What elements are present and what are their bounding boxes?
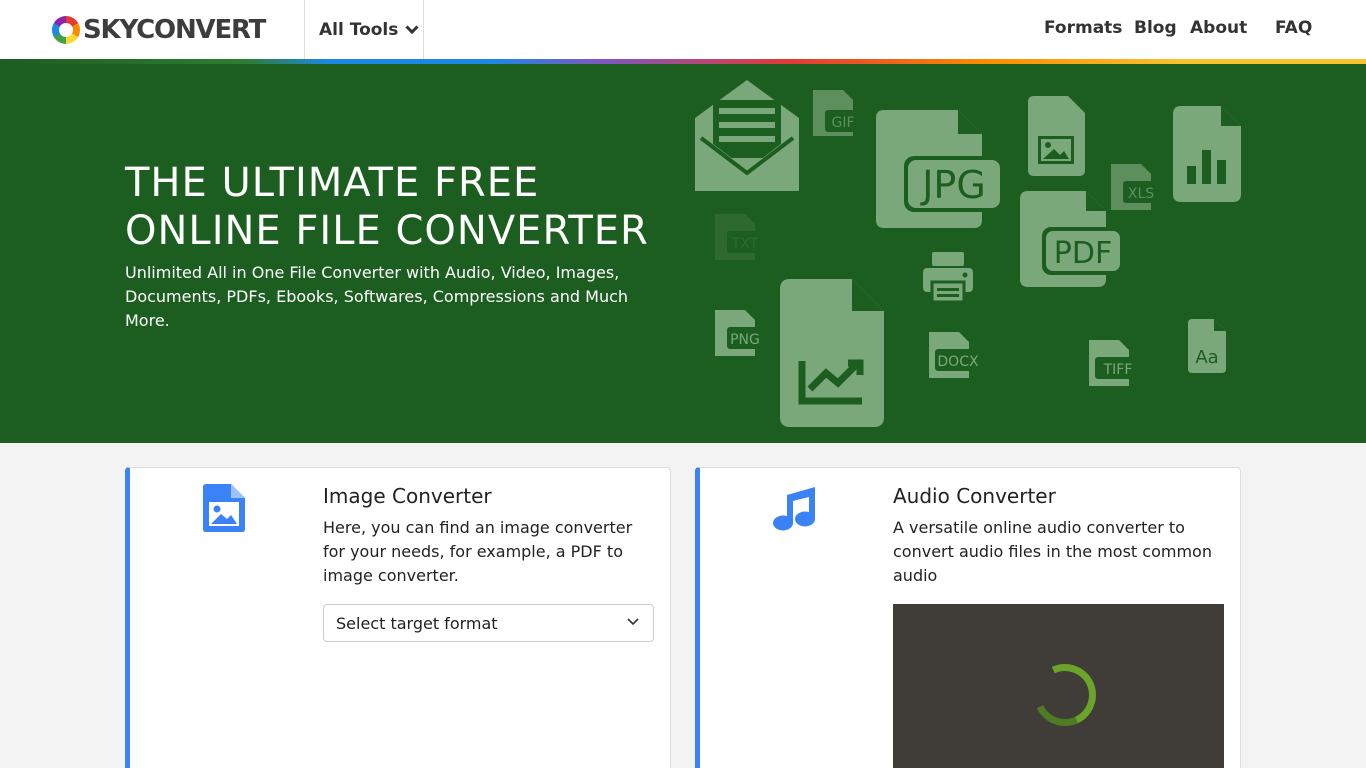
png-file-icon: PNG xyxy=(715,310,765,358)
site-header: SKYCONVERT All Tools Formats Blog About … xyxy=(0,0,1366,59)
png-label: PNG xyxy=(730,332,760,348)
image-file-icon xyxy=(1028,96,1085,176)
card-description: Here, you can find an image converter fo… xyxy=(323,518,633,585)
txt-label: TXT xyxy=(731,236,759,252)
target-format-select[interactable]: Select target format xyxy=(323,604,654,642)
txt-file-icon: TXT xyxy=(715,214,765,262)
envelope-icon xyxy=(695,80,799,192)
image-file-icon xyxy=(203,484,245,532)
logo-mark-icon xyxy=(52,16,80,44)
chevron-down-icon xyxy=(405,24,419,34)
docx-file-icon: DOCX xyxy=(929,332,983,380)
pdf-label: PDF xyxy=(1054,236,1112,271)
pdf-file-icon: PDF xyxy=(1020,191,1124,287)
printer-icon xyxy=(923,252,973,304)
upload-area[interactable] xyxy=(893,604,1224,768)
card-title: Image Converter xyxy=(323,484,492,508)
docx-label: DOCX xyxy=(937,354,979,370)
line-chart-file-icon xyxy=(780,279,884,427)
chart-file-icon xyxy=(1173,106,1241,202)
tiff-label: TIFF xyxy=(1103,362,1133,378)
logo-text: SKYCONVERT xyxy=(83,15,266,45)
chevron-down-icon xyxy=(627,618,639,626)
font-label: Aa xyxy=(1195,347,1218,368)
loading-spinner-icon xyxy=(1025,655,1105,735)
hero-section: THE ULTIMATE FREE ONLINE FILE CONVERTER … xyxy=(0,64,1366,443)
font-file-icon: Aa xyxy=(1188,319,1226,373)
audio-converter-card: Audio Converter A versatile online audio… xyxy=(695,467,1241,768)
nav-about[interactable]: About xyxy=(1190,18,1247,38)
card-title: Audio Converter xyxy=(893,484,1056,508)
hero-title: THE ULTIMATE FREE ONLINE FILE CONVERTER xyxy=(125,160,649,254)
hero-subtitle: Unlimited All in One File Converter with… xyxy=(125,263,629,330)
jpg-label: JPG xyxy=(920,163,986,207)
gif-label: GIF xyxy=(831,115,854,131)
nav-blog[interactable]: Blog xyxy=(1134,18,1177,38)
jpg-file-icon: JPG xyxy=(876,110,1004,228)
select-placeholder: Select target format xyxy=(336,613,498,633)
music-note-icon xyxy=(773,487,815,531)
all-tools-label: All Tools xyxy=(319,19,399,40)
tiff-file-icon: TIFF xyxy=(1089,340,1143,388)
site-logo[interactable]: SKYCONVERT xyxy=(52,14,266,46)
xls-label: XLS xyxy=(1128,186,1154,202)
card-description: A versatile online audio converter to co… xyxy=(893,518,1212,585)
image-converter-card: Image Converter Here, you can find an im… xyxy=(125,467,671,768)
nav-formats[interactable]: Formats xyxy=(1044,18,1122,38)
gif-file-icon: GIF xyxy=(813,90,863,138)
all-tools-dropdown[interactable]: All Tools xyxy=(304,0,424,59)
nav-faq[interactable]: FAQ xyxy=(1275,18,1312,38)
